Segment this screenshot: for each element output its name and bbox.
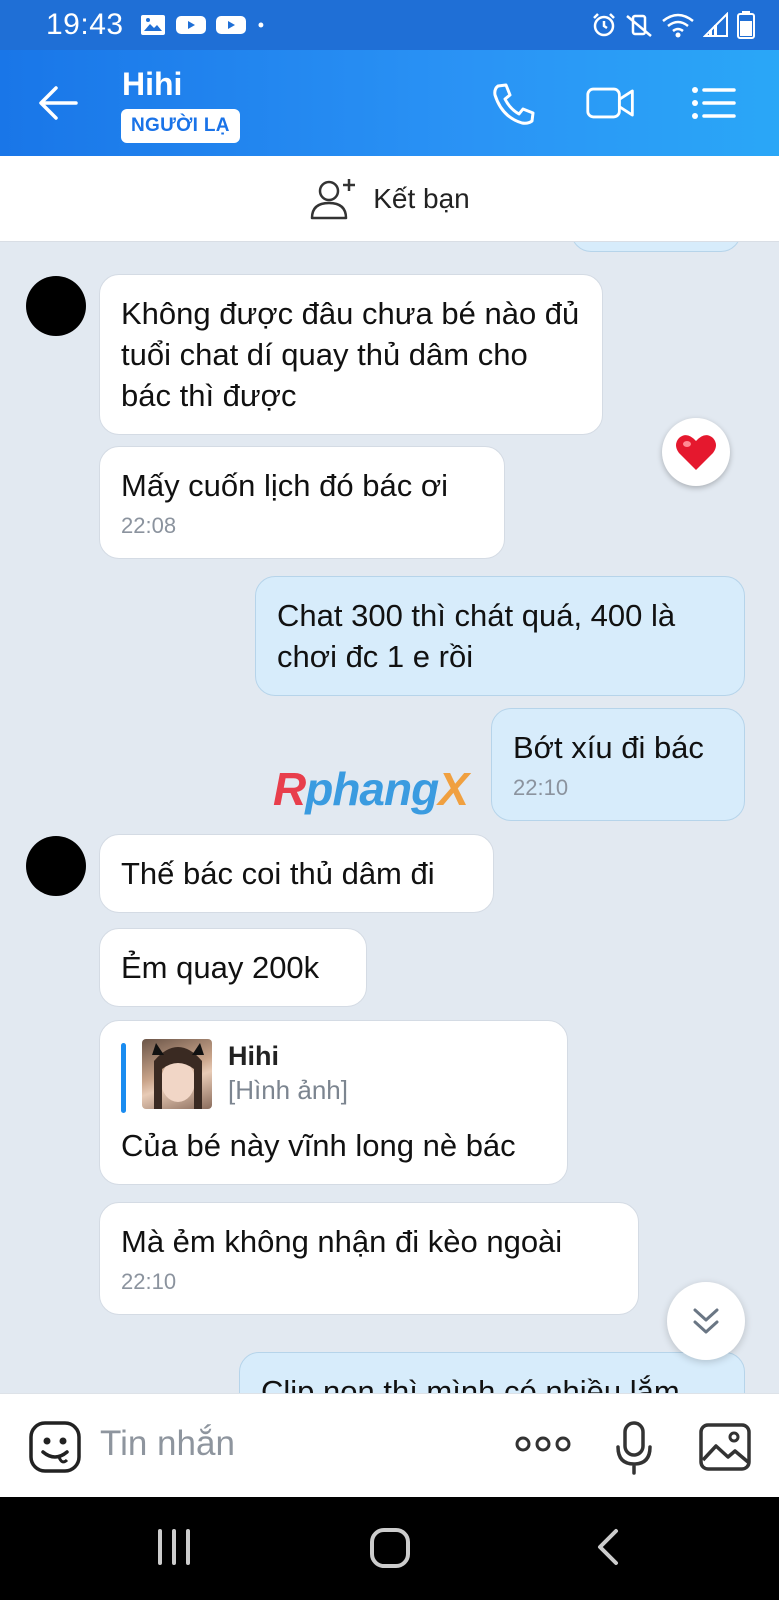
message-text: Chat 300 thì chát quá, 400 là chơi đc 1 …	[277, 598, 676, 674]
back-icon[interactable]	[592, 1527, 622, 1567]
message-list[interactable]: Không được đâu chưa bé nào đủ tuổi chat …	[0, 242, 779, 1393]
wifi-icon	[662, 13, 694, 38]
stranger-badge: NGƯỜI LẠ	[121, 109, 240, 143]
reply-image-thumbnail[interactable]	[142, 1039, 212, 1109]
message-bubble-incoming[interactable]: Mấy cuốn lịch đó bác ơi 22:08	[99, 446, 505, 559]
message-bubble-outgoing[interactable]: Chat 300 thì chát quá, 400 là chơi đc 1 …	[255, 576, 745, 696]
message-text: Mà ẻm không nhận đi kèo ngoài	[121, 1224, 563, 1259]
reply-type: [Hình ảnh]	[228, 1075, 348, 1105]
reply-quote[interactable]: Hihi [Hình ảnh]	[121, 1039, 546, 1113]
sticker-emoji-icon[interactable]	[28, 1420, 82, 1474]
video-call-icon[interactable]	[585, 80, 637, 126]
reply-author: Hihi	[228, 1041, 279, 1071]
heart-reaction[interactable]	[662, 418, 730, 486]
message-text: Clip non thì mình có nhiều lắm	[261, 1374, 680, 1393]
alarm-icon	[593, 13, 615, 37]
add-friend-label: Kết bạn	[373, 182, 470, 214]
image-gallery-icon[interactable]	[698, 1422, 752, 1472]
photo-face-icon	[152, 1043, 204, 1109]
battery-icon	[737, 11, 755, 39]
message-bubble-outgoing[interactable]: Bớt xíu đi bác 22:10	[491, 708, 745, 821]
recent-apps-icon[interactable]	[154, 1527, 194, 1567]
heart-icon	[676, 435, 716, 470]
message-time: 22:10	[121, 1269, 177, 1294]
vibrate-mute-icon	[626, 14, 652, 37]
more-options-icon[interactable]	[514, 1434, 572, 1454]
add-friend-button[interactable]: Kết bạn	[0, 156, 779, 242]
system-icons	[591, 11, 755, 39]
youtube-icon	[175, 16, 206, 34]
chat-header: Hihi NGƯỜI LẠ	[0, 50, 779, 156]
signal-icon	[703, 12, 728, 37]
avatar[interactable]	[26, 276, 86, 336]
microphone-icon[interactable]	[614, 1420, 654, 1476]
message-input[interactable]: Tin nhắn	[100, 1424, 235, 1464]
message-bubble-incoming[interactable]: Ẻm quay 200k	[99, 928, 367, 1007]
dot-icon	[258, 22, 263, 28]
watermark-logo: RphangX	[273, 763, 469, 815]
contact-name[interactable]: Hihi	[122, 66, 182, 103]
system-navigation-bar	[0, 1497, 779, 1600]
message-time: 22:08	[121, 513, 177, 538]
reply-bar	[121, 1043, 126, 1113]
message-text: Ẻm quay 200k	[121, 950, 320, 985]
message-bubble-outgoing[interactable]: Clip non thì mình có nhiều lắm	[239, 1352, 745, 1393]
double-chevron-down-icon	[693, 1308, 719, 1334]
scroll-to-bottom-button[interactable]	[667, 1282, 745, 1360]
message-bubble-incoming[interactable]: Không được đâu chưa bé nào đủ tuổi chat …	[99, 274, 603, 435]
message-text: Không được đâu chưa bé nào đủ tuổi chat …	[121, 296, 580, 413]
message-text: Của bé này vĩnh long nè bác	[121, 1128, 516, 1163]
message-composer: Tin nhắn	[0, 1393, 779, 1497]
message-bubble-incoming[interactable]: Mà ẻm không nhận đi kèo ngoài 22:10	[99, 1202, 639, 1315]
back-arrow-icon[interactable]	[36, 80, 82, 126]
message-bubble-outgoing-cut	[571, 242, 741, 252]
message-text: Thế bác coi thủ dâm đi	[121, 856, 435, 891]
add-user-icon	[310, 178, 356, 219]
message-text: Mấy cuốn lịch đó bác ơi	[121, 468, 449, 503]
youtube-icon	[215, 16, 246, 34]
status-bar: 19:43	[0, 0, 779, 50]
notification-icons	[140, 14, 272, 36]
phone-call-icon[interactable]	[488, 80, 540, 126]
message-time: 22:10	[513, 775, 569, 800]
message-bubble-incoming[interactable]: Thế bác coi thủ dâm đi	[99, 834, 494, 913]
avatar[interactable]	[26, 836, 86, 896]
message-text: Bớt xíu đi bác	[513, 730, 704, 765]
message-bubble-reply[interactable]: Hihi [Hình ảnh] Của bé này vĩnh long nè …	[99, 1020, 568, 1185]
home-icon[interactable]	[369, 1527, 411, 1569]
menu-list-icon[interactable]	[688, 80, 740, 126]
gallery-icon	[140, 15, 165, 35]
status-time: 19:43	[46, 8, 124, 41]
